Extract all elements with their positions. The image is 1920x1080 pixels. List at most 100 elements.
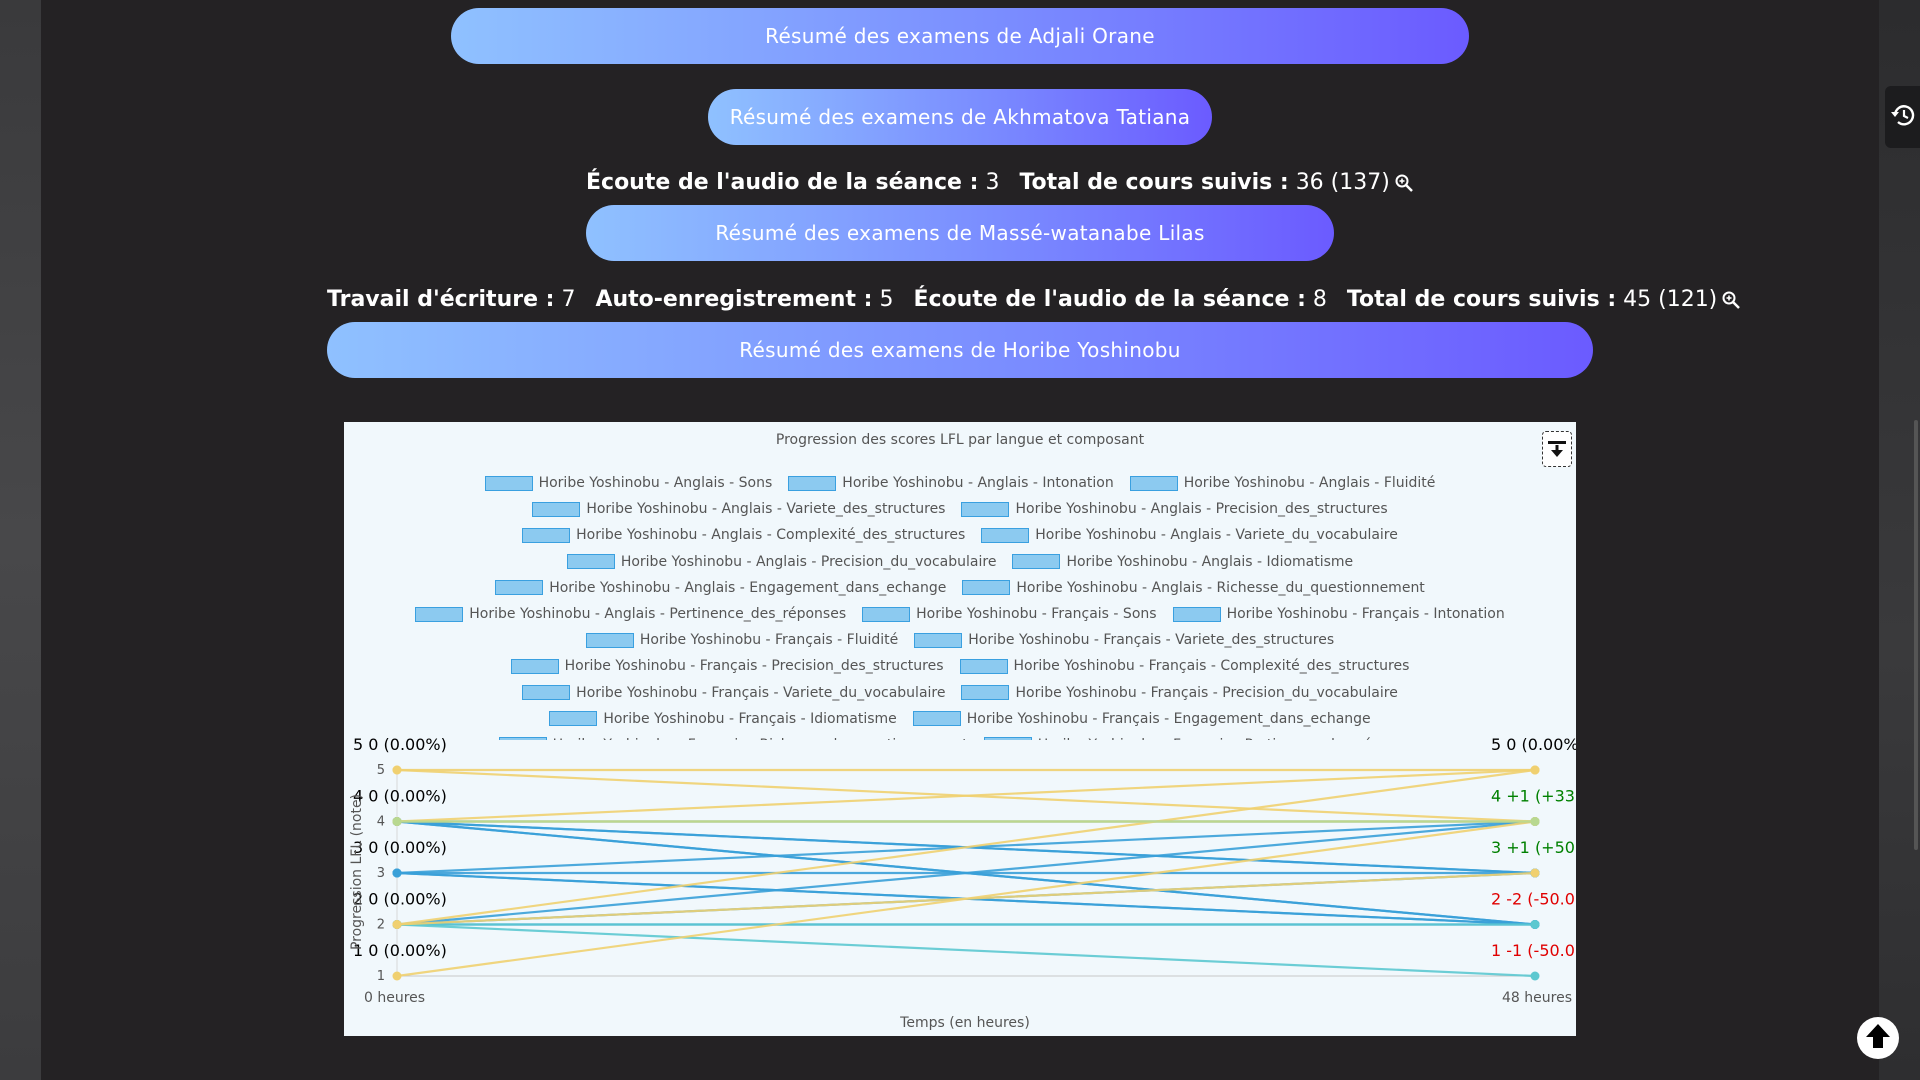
legend-item[interactable]: Horibe Yoshinobu - Français - Intonation [1172,606,1505,623]
data-point [392,765,402,775]
legend-label: Horibe Yoshinobu - Français - Variete_de… [968,632,1335,649]
legend-row: Horibe Yoshinobu - Anglais - Pertinence_… [354,601,1566,627]
masse-summary-button[interactable]: Résumé des examens de Massé-watanabe Lil… [586,205,1334,261]
series-line [396,768,1536,926]
left-value-label: 1 0 (0.00%) [353,941,447,960]
legend-swatch [1012,554,1061,570]
legend-item[interactable]: Horibe Yoshinobu - Français - Variete_du… [522,685,945,701]
data-point [392,971,402,981]
legend-item[interactable]: Horibe Yoshinobu - Français - Variete_de… [914,632,1334,648]
data-point [1530,868,1540,878]
legend-item[interactable]: Horibe Yoshinobu - Anglais - Intonation [788,475,1114,492]
audio-label: Écoute de l'audio de la séance : [913,287,1306,312]
series-line [396,768,1536,823]
adjali-summary-button[interactable]: Résumé des examens de Adjali Orane [451,8,1469,64]
legend-item[interactable]: Horibe Yoshinobu - Anglais - Complexité_… [522,527,965,543]
chart-title: Progression des scores LFL par langue et… [775,432,1145,448]
left-value-label: 2 0 (0.00%) [353,890,447,909]
total-label: Total de cours suivis : [1346,287,1617,312]
legend-item[interactable]: Horibe Yoshinobu - Français - Complexité… [959,658,1409,674]
legend-swatch [862,606,911,622]
legend-item[interactable]: Horibe Yoshinobu - Français - Pertinence… [983,737,1422,740]
series-line [396,820,1536,926]
legend-label: Horibe Yoshinobu - Anglais - Fluidité [1183,475,1436,492]
legend-row: Horibe Yoshinobu - Français - Fluidité Ho… [354,627,1566,653]
progression-chart: Progression des scores LFL par langue et… [344,422,1576,1036]
auto-label: Auto-enregistrement : [595,287,873,312]
legend-row: Horibe Yoshinobu - Français - Variete_du… [354,680,1566,706]
data-point [392,817,402,826]
data-point [1530,920,1540,929]
left-backdrop [0,0,41,1080]
data-point [1530,817,1540,826]
data-point [1530,920,1540,929]
legend-item[interactable]: Horibe Yoshinobu - Français - Fluidité [585,632,898,648]
horibe-auto-stat: Auto-enregistrement : 5 [595,287,893,312]
scroll-top-button[interactable] [1857,1017,1899,1059]
legend-item[interactable]: Horibe Yoshinobu - Français - Precision_… [961,685,1398,701]
legend-item[interactable]: Horibe Yoshinobu - Français - Idiomatism… [549,710,897,727]
legend-swatch [959,658,1008,674]
legend-swatch [522,685,571,701]
legend-item[interactable]: Horibe Yoshinobu - Anglais - Variete_des… [532,501,945,517]
legend-item[interactable]: Horibe Yoshinobu - Anglais - Engagement_… [495,580,946,596]
legend-item[interactable]: Horibe Yoshinobu - Anglais - Variete_du_… [981,527,1398,543]
series-line [396,871,1536,926]
data-point [392,765,402,775]
x-axis-label: Temps (en heures) [899,1015,1030,1031]
legend-swatch [961,685,1010,701]
arrow-up-icon [1863,1021,1893,1055]
legend-row: Horibe Yoshinobu - Anglais - Complexité_… [354,522,1566,548]
audio-value: 3 [985,170,1000,195]
legend-swatch [983,737,1032,740]
legend-item[interactable]: Horibe Yoshinobu - Anglais - Sons [484,475,772,491]
legend-item[interactable]: Horibe Yoshinobu - Anglais - Precision_d… [566,553,997,570]
legend-swatch [914,632,963,648]
right-value-label: 1 -1 (-50.00% [1491,941,1576,960]
zoom-in-icon[interactable] [1721,290,1741,310]
legend-item[interactable]: Horibe Yoshinobu - Français - Sons [862,606,1157,622]
masse-total-stat: Total de cours suivis : 36 (137) [1019,170,1413,195]
series-line [396,871,1536,926]
legend-item[interactable]: Horibe Yoshinobu - Français - Precision_… [510,658,944,674]
legend-label: Horibe Yoshinobu - Français - Idiomatism… [603,710,897,727]
ecriture-value: 7 [561,287,576,312]
legend-item[interactable]: Horibe Yoshinobu - Anglais - Richesse_du… [962,580,1425,596]
history-button[interactable] [1885,86,1920,148]
left-value-label: 4 0 (0.00%) [353,787,447,806]
horibe-audio-stat: Écoute de l'audio de la séance : 8 [913,287,1326,312]
data-point [1530,765,1540,775]
y-tick-label: 3 [377,866,385,881]
series-line [396,768,1536,823]
legend-label: Horibe Yoshinobu - Anglais - Precision_d… [620,553,997,570]
y-tick-label: 2 [377,918,385,933]
legend-item[interactable]: Horibe Yoshinobu - Anglais - Fluidité [1129,475,1436,492]
legend-item[interactable]: Horibe Yoshinobu - Français - Engagement… [912,711,1371,727]
data-point [392,920,402,929]
right-value-label: 2 -2 (-50.00% [1491,890,1576,909]
zoom-in-icon[interactable] [1394,173,1414,193]
legend-label: Horibe Yoshinobu - Anglais - Variete_du_… [1035,527,1398,544]
data-point [392,920,402,929]
legend-label: Horibe Yoshinobu - Français - Intonation [1226,606,1505,623]
legend-label: Horibe Yoshinobu - Français - Variete_du… [576,684,946,701]
data-point [392,817,402,826]
legend-label: Horibe Yoshinobu - Français - Richesse_d… [553,737,968,740]
legend-item[interactable]: Horibe Yoshinobu - Anglais - Pertinence_… [415,606,846,622]
data-point [1530,868,1540,878]
legend-item[interactable]: Horibe Yoshinobu - Anglais - Idiomatisme [1012,554,1353,570]
legend-label: Horibe Yoshinobu - Anglais - Intonation [842,475,1114,492]
akhmatova-summary-button[interactable]: Résumé des examens de Akhmatova Tatiana [708,89,1212,145]
legend-row: Horibe Yoshinobu - Français - Idiomatism… [354,706,1566,732]
scrollbar-thumb[interactable] [1914,420,1918,850]
horibe-summary-button[interactable]: Résumé des examens de Horibe Yoshinobu [327,322,1593,378]
data-point [1530,920,1540,929]
download-icon[interactable] [1542,431,1572,467]
legend-row: Horibe Yoshinobu - Anglais - Engagement_… [354,575,1566,601]
data-point [392,817,402,826]
legend-swatch [415,606,464,622]
legend-item[interactable]: Horibe Yoshinobu - Français - Richesse_d… [498,737,968,740]
ecriture-label: Travail d'écriture : [327,287,555,312]
legend-label: Horibe Yoshinobu - Français - Pertinence… [1038,737,1422,740]
legend-item[interactable]: Horibe Yoshinobu - Anglais - Precision_d… [961,501,1388,517]
